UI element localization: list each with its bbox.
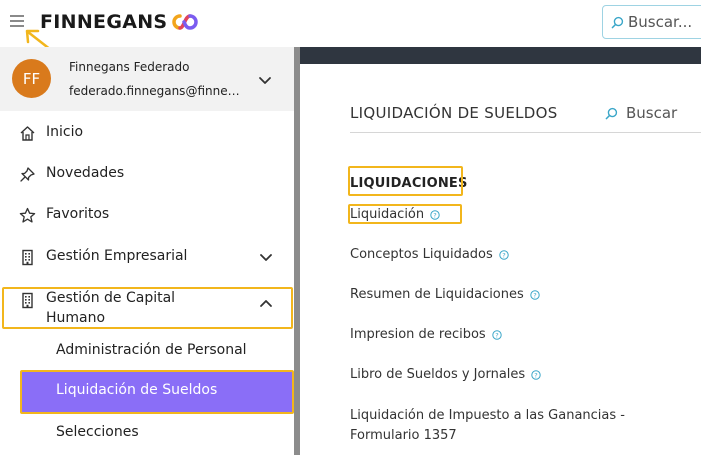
- help-icon[interactable]: ?: [499, 249, 509, 260]
- sidebar-subitem-selecciones[interactable]: Selecciones: [22, 414, 293, 454]
- highlight-box: [20, 370, 294, 414]
- page-search[interactable]: Buscar: [605, 104, 677, 122]
- highlight-box: [348, 166, 463, 196]
- title-divider: [350, 132, 701, 133]
- avatar: FF: [12, 59, 51, 98]
- help-icon[interactable]: ?: [531, 369, 541, 380]
- sidebar-item-label: Favoritos: [46, 206, 110, 222]
- help-icon[interactable]: ?: [492, 329, 502, 340]
- highlight-box: [348, 204, 462, 224]
- link-impresion-recibos[interactable]: Impresion de recibos ?: [350, 327, 502, 342]
- building-icon: [22, 249, 33, 266]
- sidebar-item-label: Gestión Empresarial: [46, 248, 188, 264]
- link-label: Resumen de Liquidaciones: [350, 287, 524, 302]
- svg-text:?: ?: [533, 291, 536, 299]
- chevron-down-icon[interactable]: [258, 76, 272, 86]
- user-email: federado.finnegans@finnegans.com.ar: [69, 84, 247, 98]
- home-icon: [20, 126, 35, 141]
- user-name: Finnegans Federado: [69, 60, 190, 74]
- global-search-input[interactable]: [628, 13, 701, 31]
- main-header-bar: [300, 47, 701, 64]
- link-label: Libro de Sueldos y Jornales: [350, 367, 526, 382]
- sidebar-item-favoritos[interactable]: Favoritos: [0, 196, 294, 236]
- sidebar-item-label: Novedades: [46, 165, 125, 181]
- search-icon: [611, 16, 624, 28]
- sidebar-subitem-label: Administración de Personal: [56, 342, 247, 358]
- link-conceptos-liquidados[interactable]: Conceptos Liquidados ?: [350, 247, 509, 262]
- page-title: LIQUIDACIÓN DE SUELDOS: [350, 104, 558, 122]
- search-icon: [605, 107, 618, 119]
- link-label: Impresion de recibos: [350, 327, 486, 342]
- sidebar-item-gestion-empresarial[interactable]: Gestión Empresarial: [0, 238, 294, 278]
- svg-text:?: ?: [502, 251, 505, 259]
- sidebar: FF Finnegans Federado federado.finnegans…: [0, 47, 294, 455]
- link-impuesto-ganancias[interactable]: Liquidación de Impuesto a las Ganancias …: [350, 406, 690, 446]
- main-content: LIQUIDACIÓN DE SUELDOS Buscar LIQUIDACIO…: [300, 47, 701, 455]
- svg-text:?: ?: [495, 331, 498, 339]
- svg-text:?: ?: [534, 371, 537, 379]
- logo-mark-icon: [172, 14, 199, 30]
- pin-icon: [20, 167, 35, 182]
- top-bar: FINNEGANS: [0, 0, 701, 47]
- link-libro-sueldos-jornales[interactable]: Libro de Sueldos y Jornales ?: [350, 367, 541, 382]
- chevron-down-icon: [260, 254, 272, 261]
- global-search-box[interactable]: [602, 5, 701, 39]
- highlight-box: [2, 287, 293, 329]
- sidebar-subitem-label: Selecciones: [56, 424, 139, 440]
- help-icon[interactable]: ?: [530, 289, 540, 300]
- sidebar-item-novedades[interactable]: Novedades: [0, 155, 294, 195]
- sidebar-subitem-administracion-personal[interactable]: Administración de Personal: [22, 332, 293, 372]
- link-label: Conceptos Liquidados: [350, 247, 493, 262]
- star-icon: [19, 207, 36, 223]
- sidebar-item-inicio[interactable]: Inicio: [0, 114, 294, 154]
- sidebar-item-label: Inicio: [46, 124, 84, 140]
- link-resumen-liquidaciones[interactable]: Resumen de Liquidaciones ?: [350, 287, 540, 302]
- page-search-placeholder: Buscar: [626, 104, 678, 122]
- user-profile[interactable]: FF Finnegans Federado federado.finnegans…: [0, 47, 294, 111]
